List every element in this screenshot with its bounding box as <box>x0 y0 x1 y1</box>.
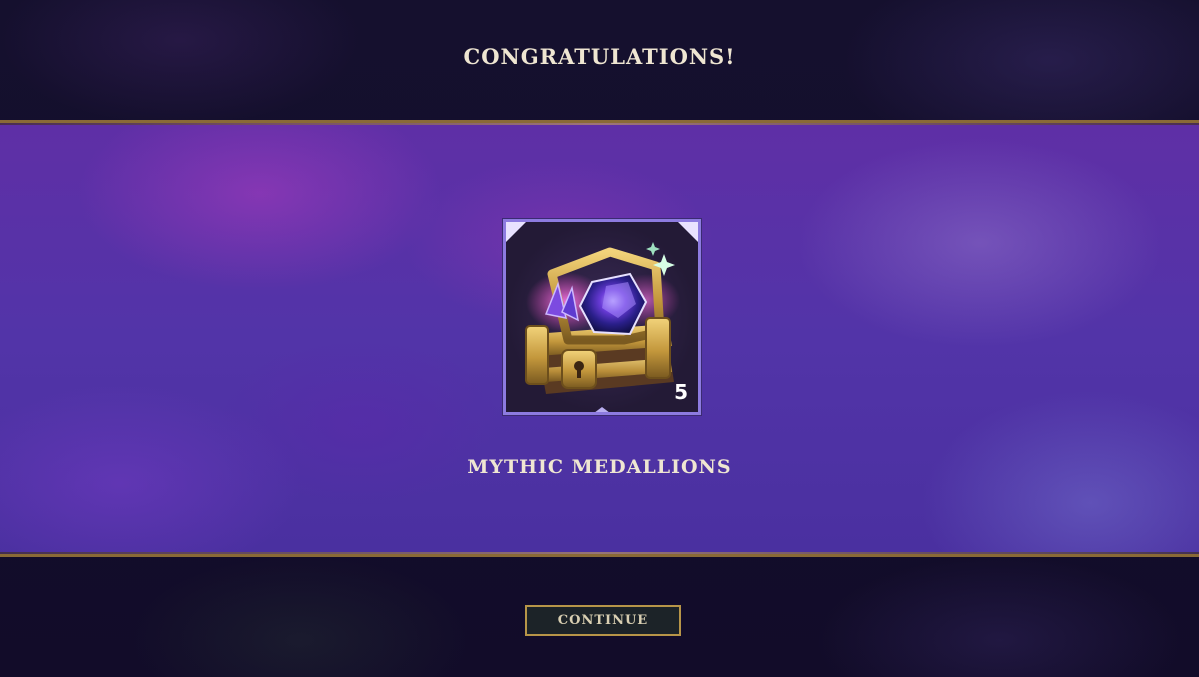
page-title: CONGRATULATIONS! <box>463 44 736 69</box>
banner-top-border <box>0 123 1199 125</box>
continue-button[interactable]: CONTINUE <box>525 605 681 636</box>
reward-screen: CONGRATULATIONS! 5 MYTHIC MEDALLIONS CON… <box>0 0 1199 677</box>
reward-card: 5 <box>503 219 701 415</box>
card-bottom-notch <box>594 407 610 412</box>
reward-name: MYTHIC MEDALLIONS <box>467 456 732 478</box>
reward-count-badge: 5 <box>674 380 688 404</box>
banner-bottom-border <box>0 552 1199 554</box>
reward-banner: 5 MYTHIC MEDALLIONS <box>0 120 1199 557</box>
mythic-chest-icon <box>525 242 680 394</box>
